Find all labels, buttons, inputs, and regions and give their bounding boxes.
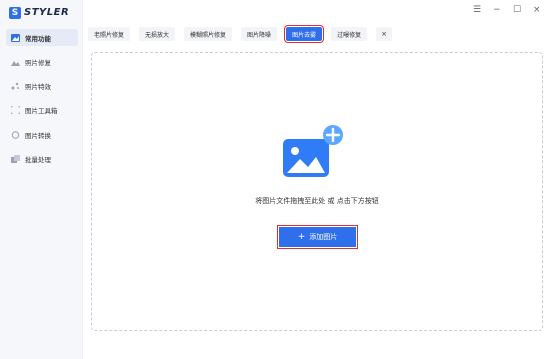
sparkle-icon <box>11 82 20 90</box>
tab-lossless-upscale[interactable]: 无损放大 <box>139 27 176 41</box>
image-icon <box>11 33 20 42</box>
add-image-icon <box>283 125 343 177</box>
plus-icon: + <box>297 232 306 242</box>
tab-old-photo-repair[interactable]: 老照片修复 <box>88 27 131 41</box>
landscape-icon <box>11 58 20 66</box>
sidebar-item-photo-effects[interactable]: 照片特效 <box>6 77 78 94</box>
add-image-button[interactable]: + 添加图片 <box>277 225 358 249</box>
sidebar-item-common[interactable]: 常用功能 <box>6 29 78 46</box>
minimize-icon[interactable]: − <box>493 5 501 15</box>
logo-text: STYLER <box>24 7 70 18</box>
sidebar-item-label: 常用功能 <box>25 34 51 43</box>
sidebar-item-photo-repair[interactable]: 照片修复 <box>6 53 78 70</box>
crop-icon <box>11 105 20 114</box>
sidebar-item-batch[interactable]: 批量处理 <box>6 150 78 167</box>
tab-dehaze[interactable]: 图片去雾 <box>284 25 325 43</box>
upload-dropzone[interactable]: 将图片文件拖拽至此处 或 点击下方按钮 + 添加图片 <box>91 52 543 331</box>
sidebar-item-label: 图片转换 <box>25 131 51 140</box>
tab-blur-repair[interactable]: 模糊照片修复 <box>184 27 233 41</box>
batch-icon <box>11 154 20 163</box>
convert-icon <box>11 130 20 139</box>
tab-overexposure-repair[interactable]: 过曝修复 <box>331 27 368 41</box>
sidebar-item-label: 照片特效 <box>25 82 51 91</box>
menu-icon[interactable]: ☰ <box>473 5 481 15</box>
close-icon[interactable]: × <box>533 5 541 15</box>
sidebar-item-convert[interactable]: 图片转换 <box>6 126 78 143</box>
sidebar-item-toolbox[interactable]: 图片工具箱 <box>6 101 78 118</box>
add-image-label: 添加图片 <box>309 233 338 241</box>
tab-denoise[interactable]: 图片降噪 <box>241 27 278 41</box>
sidebar-item-label: 批量处理 <box>25 155 51 164</box>
app-logo: S STYLER <box>9 6 69 19</box>
tab-bar: 老照片修复 无损放大 模糊照片修复 图片降噪 图片去雾 过曝修复 × <box>88 25 401 45</box>
sidebar-item-label: 照片修复 <box>25 58 51 67</box>
sidebar: S STYLER 常用功能 照片修复 照片特效 图片工具箱 图片转换 批量处理 <box>0 0 83 359</box>
sidebar-item-label: 图片工具箱 <box>25 106 58 115</box>
maximize-icon[interactable]: ☐ <box>513 5 521 15</box>
logo-badge: S <box>9 6 21 19</box>
upload-hint-text: 将图片文件拖拽至此处 或 点击下方按钮 <box>255 197 379 205</box>
close-tabs-icon[interactable]: × <box>376 27 392 41</box>
